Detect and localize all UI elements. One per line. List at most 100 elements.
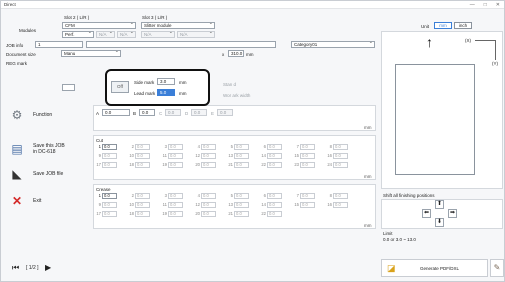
job-number-input[interactable]: 1 xyxy=(35,41,83,48)
maximize-button[interactable]: □ xyxy=(484,1,487,9)
cut-position-input[interactable]: 0.0 xyxy=(201,153,216,159)
crease-position-input[interactable]: 0.0 xyxy=(102,211,117,217)
lead-mark-input[interactable]: 5.0 xyxy=(157,89,175,96)
crease-position-1[interactable]: 1 0.0 xyxy=(95,193,125,199)
slot2-module-select[interactable]: CFM xyxy=(62,22,136,29)
crease-position-input[interactable]: 0.0 xyxy=(168,193,183,199)
cut-position-14[interactable]: 14 0.0 xyxy=(260,153,290,159)
crease-position-input[interactable]: 0.0 xyxy=(300,193,315,199)
next-page-icon[interactable]: ▶ xyxy=(45,263,51,272)
perf-a-input[interactable]: 0.0 xyxy=(102,109,130,116)
cut-position-input[interactable]: 0.0 xyxy=(168,144,183,150)
crease-position-20[interactable]: 20 0.0 xyxy=(194,211,224,217)
shift-down-button[interactable]: ⬇ xyxy=(435,218,444,227)
cut-position-input[interactable]: 0.0 xyxy=(267,153,282,159)
reg-mark-field[interactable] xyxy=(62,84,75,91)
cut-position-input[interactable]: 0.0 xyxy=(333,144,348,150)
perf-c-input[interactable]: 0.0 xyxy=(165,109,181,116)
standard-option[interactable]: Stan d xyxy=(223,82,236,87)
close-button[interactable]: ✕ xyxy=(496,1,500,9)
shift-up-button[interactable]: ⬆ xyxy=(435,200,444,209)
cut-position-9[interactable]: 9 0.0 xyxy=(95,153,125,159)
first-page-icon[interactable]: ⏮ xyxy=(12,263,19,273)
cut-position-2[interactable]: 2 0.0 xyxy=(128,144,158,150)
crease-position-19[interactable]: 19 0.0 xyxy=(161,211,191,217)
crease-position-input[interactable]: 0.0 xyxy=(102,202,117,208)
cut-position-input[interactable]: 0.0 xyxy=(333,153,348,159)
crease-position-12[interactable]: 12 0.0 xyxy=(194,202,224,208)
crease-position-input[interactable]: 0.0 xyxy=(135,193,150,199)
side-mark-input[interactable]: 3.0 xyxy=(157,78,175,85)
category-select[interactable]: Category01 xyxy=(291,41,375,48)
crease-position-11[interactable]: 11 0.0 xyxy=(161,202,191,208)
crease-position-input[interactable]: 0.0 xyxy=(267,193,282,199)
reg-off-button[interactable]: Off xyxy=(111,81,129,93)
cut-position-16[interactable]: 16 0.0 xyxy=(326,153,356,159)
cut-position-input[interactable]: 0.0 xyxy=(168,153,183,159)
cut-position-input[interactable]: 0.0 xyxy=(201,162,216,168)
crease-position-input[interactable]: 0.0 xyxy=(102,193,117,199)
crease-position-input[interactable]: 0.0 xyxy=(201,202,216,208)
shift-right-button[interactable]: ➡ xyxy=(448,209,457,218)
crease-position-input[interactable]: 0.0 xyxy=(333,193,348,199)
crease-position-input[interactable]: 0.0 xyxy=(135,202,150,208)
cut-position-input[interactable]: 0.0 xyxy=(267,144,282,150)
crease-position-16[interactable]: 16 0.0 xyxy=(326,202,356,208)
cut-position-input[interactable]: 0.0 xyxy=(135,162,150,168)
document-size-select[interactable]: Manu xyxy=(61,50,121,57)
cut-position-input[interactable]: 0.0 xyxy=(300,153,315,159)
crease-position-input[interactable]: 0.0 xyxy=(267,211,282,217)
cut-position-12[interactable]: 12 0.0 xyxy=(194,153,224,159)
crease-position-10[interactable]: 10 0.0 xyxy=(128,202,158,208)
crease-position-21[interactable]: 21 0.0 xyxy=(227,211,257,217)
slot3-na1-select[interactable]: N/A xyxy=(141,31,175,38)
crease-position-14[interactable]: 14 0.0 xyxy=(260,202,290,208)
perf-b-input[interactable]: 0.0 xyxy=(139,109,155,116)
cut-position-input[interactable]: 0.0 xyxy=(234,162,249,168)
cut-position-input[interactable]: 0.0 xyxy=(234,144,249,150)
cut-position-input[interactable]: 0.0 xyxy=(234,153,249,159)
crease-position-input[interactable]: 0.0 xyxy=(234,193,249,199)
unit-inch-button[interactable]: inch xyxy=(454,22,472,29)
minimize-button[interactable]: — xyxy=(470,1,475,9)
crease-position-input[interactable]: 0.0 xyxy=(168,202,183,208)
crease-position-6[interactable]: 6 0.0 xyxy=(260,193,290,199)
crease-position-input[interactable]: 0.0 xyxy=(135,211,150,217)
cut-position-input[interactable]: 0.0 xyxy=(201,144,216,150)
cut-position-8[interactable]: 8 0.0 xyxy=(326,144,356,150)
slot2-na2-select[interactable]: N/A xyxy=(117,31,136,38)
crease-position-8[interactable]: 8 0.0 xyxy=(326,193,356,199)
notepad-button[interactable]: ✎ xyxy=(490,259,504,277)
cut-position-input[interactable]: 0.0 xyxy=(300,144,315,150)
crease-position-22[interactable]: 22 0.0 xyxy=(260,211,290,217)
cut-position-11[interactable]: 11 0.0 xyxy=(161,153,191,159)
crease-position-7[interactable]: 7 0.0 xyxy=(293,193,323,199)
cut-position-24[interactable]: 24 0.0 xyxy=(326,162,356,168)
generate-pdf-button[interactable]: ◪ Generate PDF/DXL xyxy=(381,259,488,277)
cut-position-15[interactable]: 15 0.0 xyxy=(293,153,323,159)
crease-position-input[interactable]: 0.0 xyxy=(234,211,249,217)
unit-mm-button[interactable]: mm xyxy=(434,22,452,29)
cut-position-3[interactable]: 3 0.0 xyxy=(161,144,191,150)
cut-position-17[interactable]: 17 0.0 xyxy=(95,162,125,168)
cut-position-input[interactable]: 0.0 xyxy=(102,153,117,159)
shift-left-button[interactable]: ⬅ xyxy=(422,209,431,218)
crease-position-3[interactable]: 3 0.0 xyxy=(161,193,191,199)
cut-position-23[interactable]: 23 0.0 xyxy=(293,162,323,168)
function-button[interactable]: ⚙ Function xyxy=(6,104,86,126)
slot2-na1-select[interactable]: N/A xyxy=(96,31,115,38)
crease-position-input[interactable]: 0.0 xyxy=(333,202,348,208)
cut-position-20[interactable]: 20 0.0 xyxy=(194,162,224,168)
cut-position-input[interactable]: 0.0 xyxy=(168,162,183,168)
cut-position-input[interactable]: 0.0 xyxy=(333,162,348,168)
slot3-na2-select[interactable]: N/A xyxy=(177,31,215,38)
job-name-input[interactable] xyxy=(86,41,276,48)
crease-position-input[interactable]: 0.0 xyxy=(300,202,315,208)
cut-position-5[interactable]: 5 0.0 xyxy=(227,144,257,150)
perf-d-input[interactable]: 0.0 xyxy=(191,109,207,116)
cut-position-10[interactable]: 10 0.0 xyxy=(128,153,158,159)
crease-position-13[interactable]: 13 0.0 xyxy=(227,202,257,208)
save-job-file-button[interactable]: ◣ Save JOB file xyxy=(6,163,86,185)
cut-position-6[interactable]: 6 0.0 xyxy=(260,144,290,150)
cut-position-input[interactable]: 0.0 xyxy=(102,144,117,150)
